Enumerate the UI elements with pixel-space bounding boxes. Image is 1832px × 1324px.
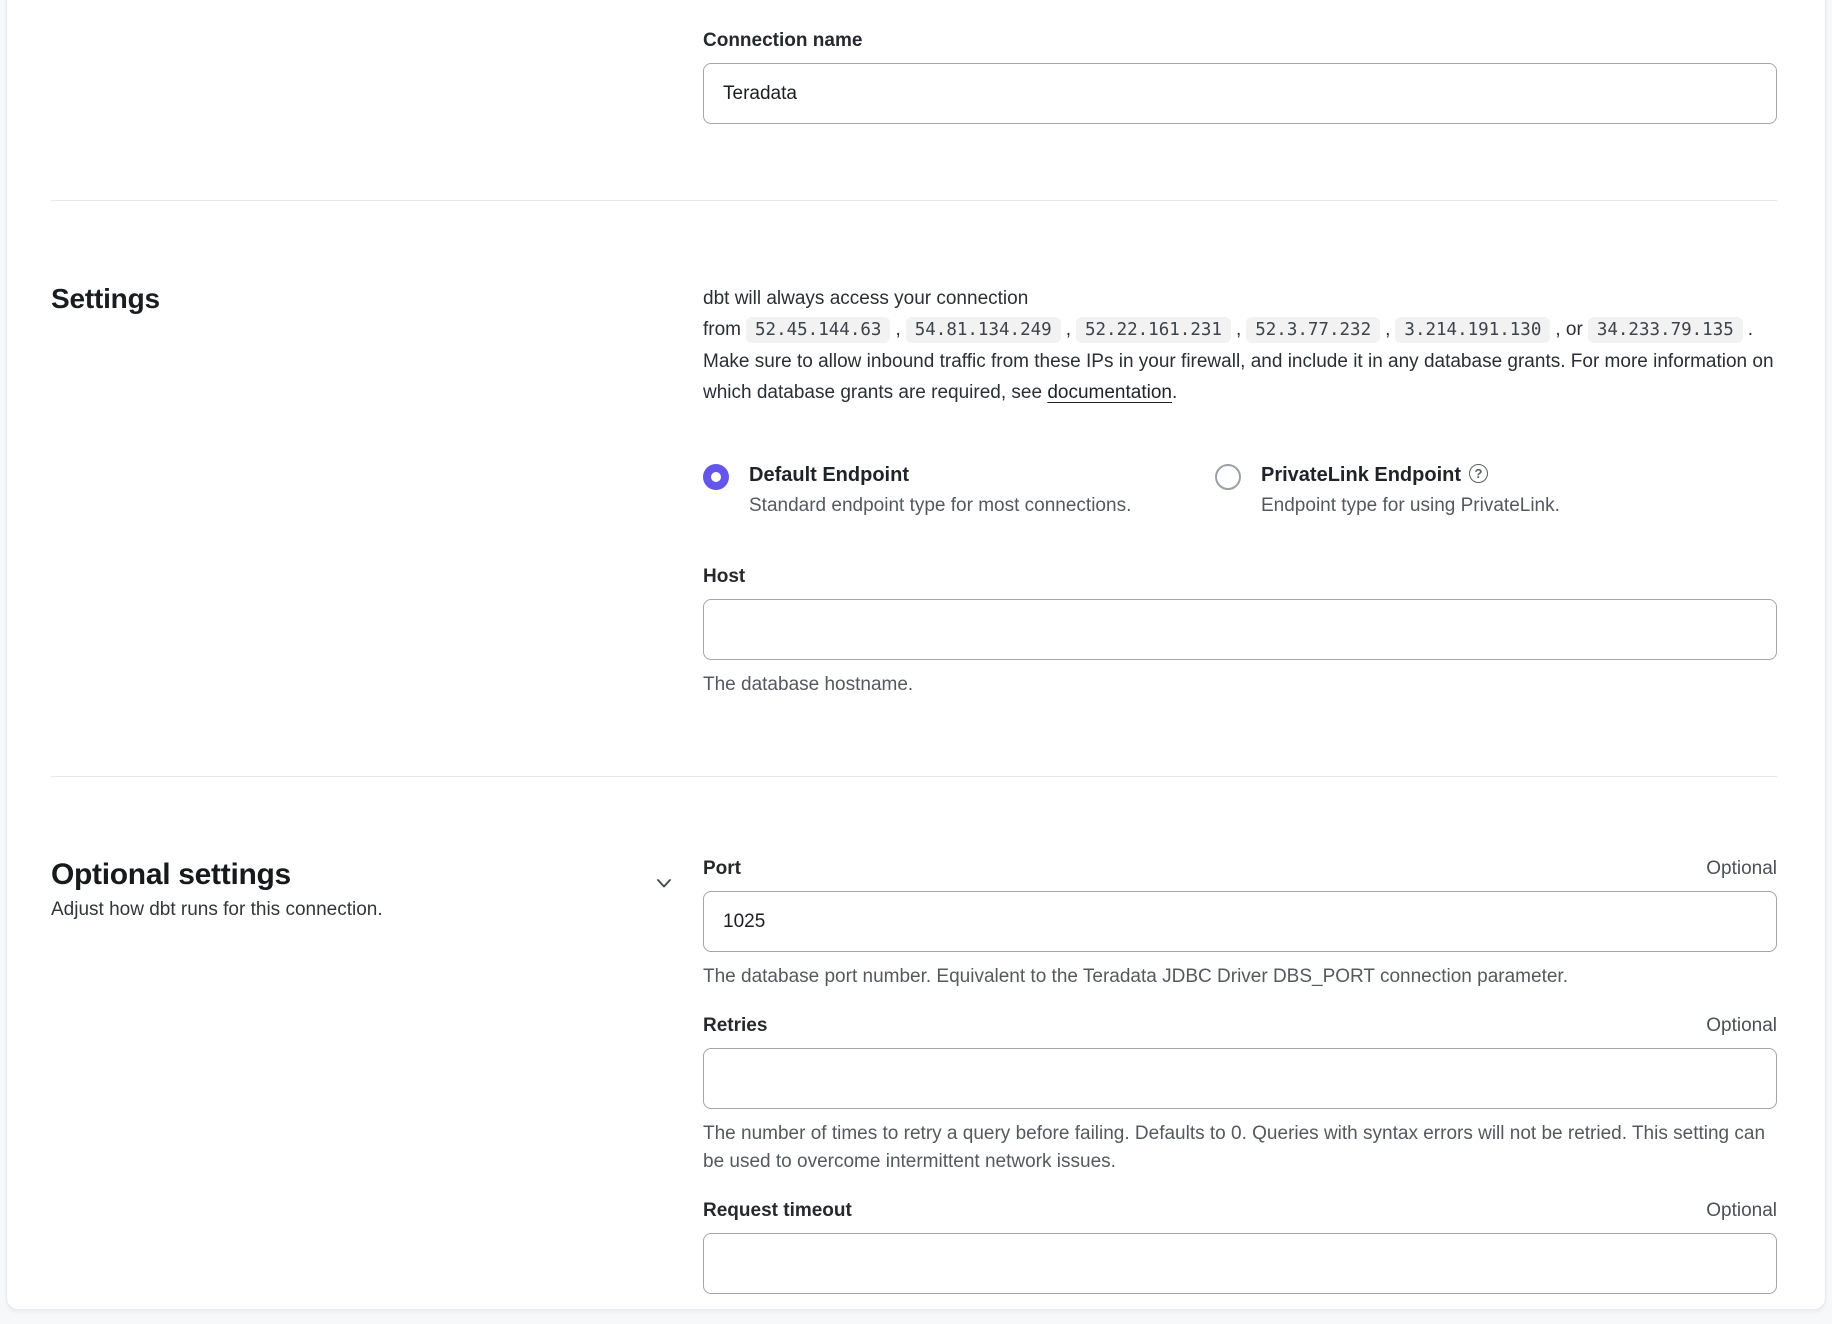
optional-settings-subheading: Adjust how dbt runs for this connection. xyxy=(51,897,651,923)
retries-optional-tag: Optional xyxy=(1706,1015,1777,1037)
host-label: Host xyxy=(703,565,1777,589)
host-field[interactable] xyxy=(703,599,1777,660)
endpoint-option-default[interactable]: Default Endpoint Standard endpoint type … xyxy=(703,462,1215,519)
ip-badge: 54.81.134.249 xyxy=(906,317,1061,343)
radio-selected-icon[interactable] xyxy=(703,464,729,490)
ip-allowlist-text: dbt will always access your connection f… xyxy=(703,283,1777,408)
port-field[interactable] xyxy=(703,891,1777,952)
connection-name-label: Connection name xyxy=(703,29,1777,53)
request-timeout-optional-tag: Optional xyxy=(1706,1200,1777,1222)
retries-label: Retries xyxy=(703,1014,767,1038)
chevron-down-icon xyxy=(653,872,675,894)
connection-name-section: Connection name xyxy=(51,29,1777,124)
endpoint-option-description: Standard endpoint type for most connecti… xyxy=(749,493,1131,519)
radio-unselected-icon[interactable] xyxy=(1215,464,1241,490)
host-helper-text: The database hostname. xyxy=(703,671,1777,699)
endpoint-option-label: PrivateLink Endpoint xyxy=(1261,464,1461,486)
ip-badge: 34.233.79.135 xyxy=(1588,317,1743,343)
optional-settings-section: Optional settings Adjust how dbt runs fo… xyxy=(51,777,1777,1310)
request-timeout-label: Request timeout xyxy=(703,1199,852,1223)
endpoint-option-privatelink[interactable]: PrivateLink Endpoint? Endpoint type for … xyxy=(1215,462,1560,519)
ip-badge: 52.3.77.232 xyxy=(1246,317,1380,343)
port-field-block: Port Optional The database port number. … xyxy=(703,857,1777,991)
request-timeout-field-block: Request timeout Optional The timeout for… xyxy=(703,1199,1777,1310)
settings-heading: Settings xyxy=(51,283,651,315)
ip-badge: 52.22.161.231 xyxy=(1076,317,1231,343)
endpoint-radio-group: Default Endpoint Standard endpoint type … xyxy=(703,462,1777,519)
connection-settings-card: Connection name Settings dbt will always… xyxy=(6,0,1826,1310)
port-helper-text: The database port number. Equivalent to … xyxy=(703,963,1777,991)
retries-field[interactable] xyxy=(703,1048,1777,1109)
settings-section: Settings dbt will always access your con… xyxy=(51,201,1777,699)
request-timeout-helper-text: The timeout for executing each SQL reque… xyxy=(703,1305,1777,1310)
ip-badge: 3.214.191.130 xyxy=(1395,317,1550,343)
endpoint-option-label: Default Endpoint xyxy=(749,464,909,486)
optional-settings-collapse-button[interactable] xyxy=(651,871,677,897)
endpoint-option-description: Endpoint type for using PrivateLink. xyxy=(1261,493,1560,519)
privatelink-help-icon[interactable]: ? xyxy=(1469,464,1488,483)
optional-settings-heading: Optional settings xyxy=(51,857,651,893)
port-label: Port xyxy=(703,857,741,881)
request-timeout-field[interactable] xyxy=(703,1233,1777,1294)
documentation-link[interactable]: documentation xyxy=(1047,382,1172,403)
port-optional-tag: Optional xyxy=(1706,858,1777,880)
retries-field-block: Retries Optional The number of times to … xyxy=(703,1014,1777,1176)
retries-helper-text: The number of times to retry a query bef… xyxy=(703,1120,1777,1176)
connection-name-field[interactable] xyxy=(703,63,1777,124)
ip-badge: 52.45.144.63 xyxy=(746,317,890,343)
host-field-block: Host The database hostname. xyxy=(703,565,1777,699)
